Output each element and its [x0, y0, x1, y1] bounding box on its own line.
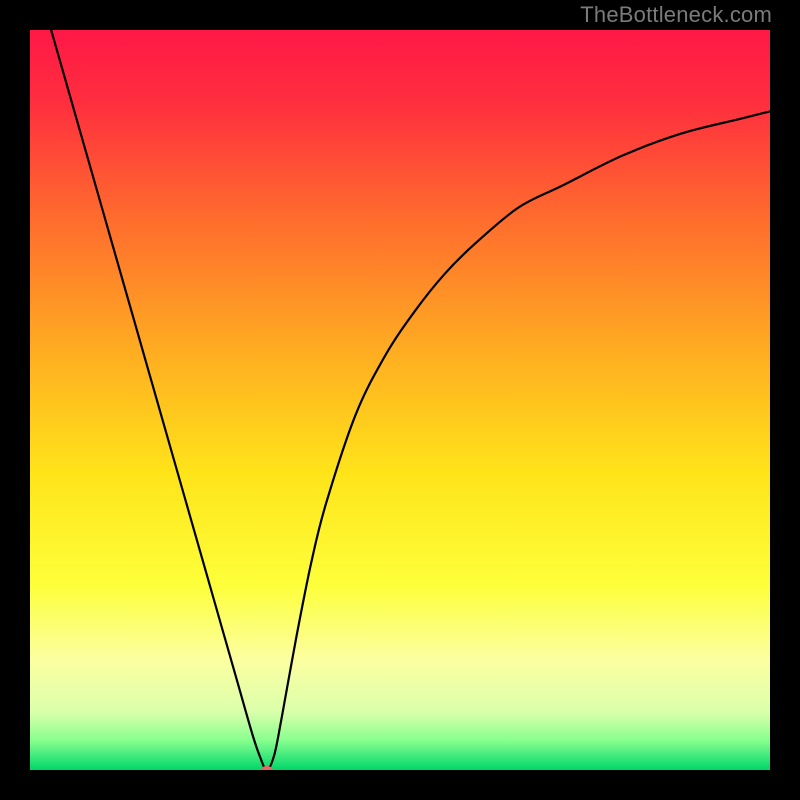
plot-svg	[30, 30, 770, 770]
plot-area	[30, 30, 770, 770]
watermark-text: TheBottleneck.com	[580, 2, 772, 28]
chart-frame: TheBottleneck.com	[0, 0, 800, 800]
